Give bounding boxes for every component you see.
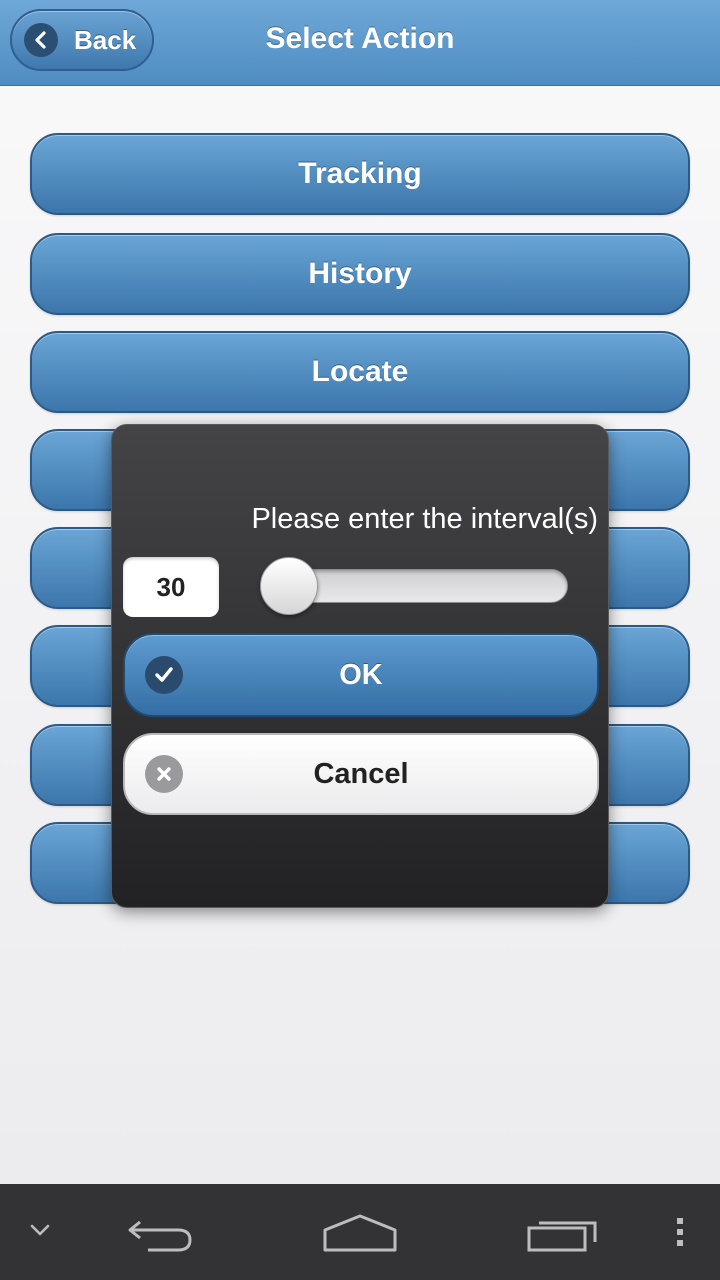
chevron-down-icon[interactable]	[28, 1222, 52, 1243]
system-navigation-bar	[0, 1184, 720, 1280]
dialog-prompt: Please enter the interval(s)	[251, 503, 598, 535]
home-icon[interactable]	[322, 1212, 398, 1259]
ok-button-label: OK	[339, 658, 383, 691]
page-title: Select Action	[265, 22, 455, 55]
tracking-button[interactable]: Tracking	[30, 133, 690, 215]
check-icon	[145, 656, 183, 694]
locate-button[interactable]: Locate	[30, 331, 690, 413]
interval-input[interactable]	[123, 557, 219, 617]
ok-button[interactable]: OK	[123, 633, 599, 717]
back-arrow-icon[interactable]	[124, 1214, 196, 1259]
interval-dialog: Please enter the interval(s) OK Cancel	[111, 424, 609, 908]
recent-apps-icon[interactable]	[526, 1214, 598, 1259]
overflow-menu-icon[interactable]	[674, 1216, 686, 1253]
header-bar: Back Select Action	[0, 0, 720, 86]
cancel-button[interactable]: Cancel	[123, 733, 599, 815]
x-icon	[145, 755, 183, 793]
cancel-button-label: Cancel	[313, 757, 409, 790]
interval-slider-thumb[interactable]	[260, 557, 318, 615]
history-button[interactable]: History	[30, 233, 690, 315]
